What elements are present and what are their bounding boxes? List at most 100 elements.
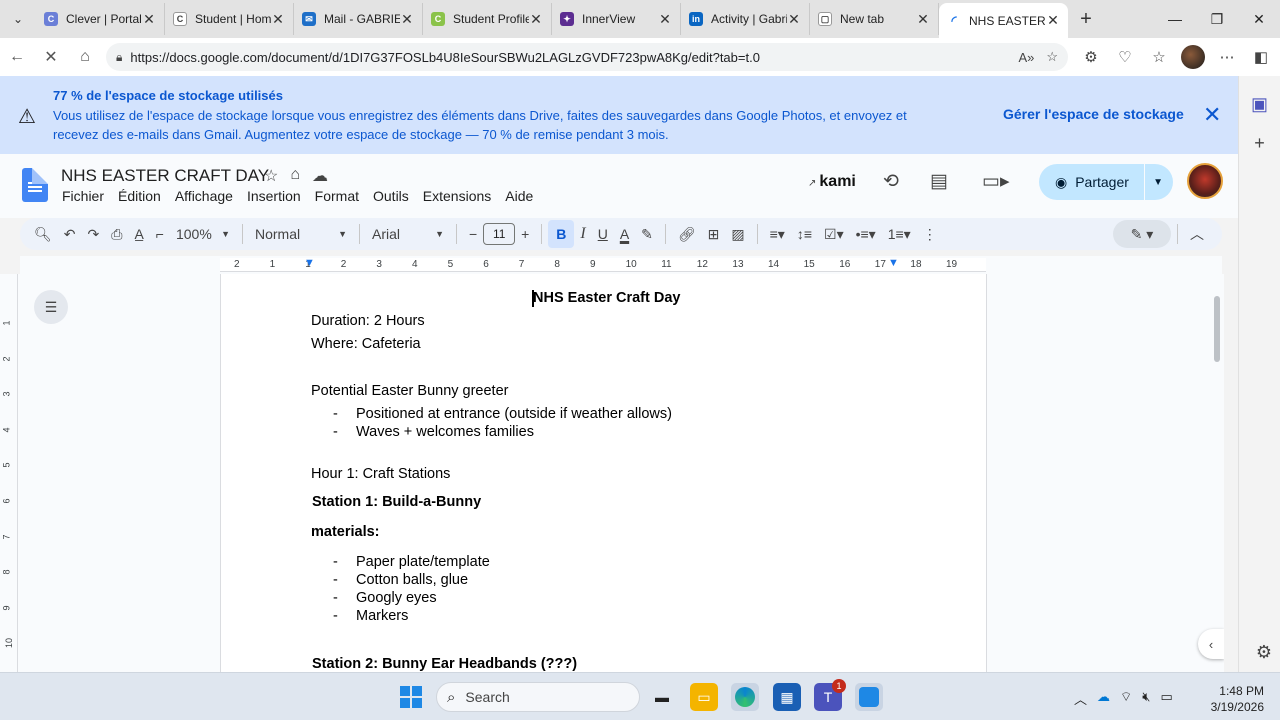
taskbar-search[interactable]: ⌕ Search (436, 682, 640, 712)
add-comment-icon[interactable]: ⊞ (702, 220, 726, 248)
font-select[interactable]: Arial ▼ (366, 220, 450, 248)
undo-icon[interactable]: ↶ (58, 220, 82, 248)
back-icon[interactable]: ← (0, 40, 34, 74)
favorites-icon[interactable]: ☆ (1142, 42, 1176, 72)
onedrive-icon[interactable]: ☁ (1097, 689, 1110, 708)
close-tab-icon[interactable]: ✕ (271, 11, 285, 28)
menu-item[interactable]: Outils (366, 188, 416, 204)
browser-tab[interactable]: ✦ InnerView ✕ (552, 3, 681, 35)
numbered-list-icon[interactable]: 1≡▾ (882, 220, 917, 248)
bold-icon[interactable]: B (548, 220, 575, 248)
close-banner-icon[interactable]: ✕ (1203, 102, 1221, 128)
new-tab-button[interactable]: + (1068, 3, 1104, 35)
side-panel-expand-icon[interactable]: ‹ (1198, 629, 1224, 659)
menu-item[interactable]: Aide (498, 188, 540, 204)
sidebar-toggle-icon[interactable]: ◧ (1244, 42, 1278, 72)
browser-tab[interactable]: in Activity | Gabrie ✕ (681, 3, 810, 35)
redo-icon[interactable]: ↷ (82, 220, 106, 248)
close-tab-icon[interactable]: ✕ (1046, 12, 1060, 29)
text-color-icon[interactable]: A (614, 220, 635, 248)
share-button[interactable]: ◉ Partager ▼ (1039, 164, 1173, 200)
menu-item[interactable]: Format (308, 188, 366, 204)
close-tab-icon[interactable]: ✕ (658, 11, 672, 28)
chevron-down-icon[interactable]: ▼ (1153, 177, 1163, 188)
volume-muted-icon[interactable]: 🔇︎ (1142, 689, 1150, 708)
meet-icon[interactable]: ▭▸ (982, 170, 1010, 193)
show-hidden-icons-icon[interactable]: ︿ (1074, 689, 1087, 708)
browser-tab[interactable]: ✉ Mail - GABRIEL✕ (294, 3, 423, 35)
version-history-icon[interactable]: ⟲ (883, 170, 899, 193)
more-tools-icon[interactable]: ⋮ (917, 220, 943, 248)
task-view-icon[interactable]: ▬ (648, 683, 676, 711)
stop-loading-icon[interactable]: ✕ (34, 40, 68, 74)
document-page[interactable]: NHS Easter Craft Day Duration: 2 Hours W… (220, 274, 987, 672)
line-spacing-icon[interactable]: ↕≡ (791, 220, 818, 248)
url-field[interactable]: 🔒︎ https://docs.google.com/document/d/1D… (106, 43, 1068, 71)
vertical-scrollbar[interactable] (1214, 296, 1220, 362)
favorite-star-icon[interactable]: ☆ (1046, 49, 1058, 65)
checklist-icon[interactable]: ☑▾ (818, 220, 850, 248)
minimize-icon[interactable]: — (1154, 0, 1196, 38)
taskbar-clock[interactable]: 1:48 PM 3/19/2026 (1208, 683, 1264, 715)
teams-icon[interactable]: ▣ (1239, 94, 1280, 115)
bulleted-list-icon[interactable]: •≡▾ (850, 220, 882, 248)
restore-icon[interactable]: ❐ (1196, 0, 1238, 38)
menu-item[interactable]: Édition (111, 188, 168, 204)
comments-icon[interactable]: ▤ (930, 170, 948, 193)
kami-button[interactable]: ↗ kami (808, 173, 856, 191)
manage-storage-button[interactable]: Gérer l'espace de stockage (1003, 106, 1184, 122)
menu-item[interactable]: Affichage (168, 188, 240, 204)
font-size-input[interactable]: 11 (483, 223, 516, 245)
browser-tab[interactable]: C Student Profile ✕ (423, 3, 552, 35)
underline-icon[interactable]: U (592, 220, 614, 248)
search-menus-icon[interactable]: 🔍︎ (28, 220, 58, 248)
highlight-icon[interactable]: ✎ (635, 220, 659, 248)
decrease-font-size-icon[interactable]: − (463, 220, 483, 248)
paint-format-icon[interactable]: ⌐ (150, 220, 170, 248)
wifi-icon[interactable]: ⌔ (1120, 689, 1132, 708)
print-icon[interactable]: ⎙ (105, 220, 128, 248)
docs-logo-icon[interactable] (22, 168, 48, 202)
browser-tab[interactable]: C Clever | Portal ✕ (36, 3, 165, 35)
close-window-icon[interactable]: ✕ (1238, 0, 1280, 38)
menu-item[interactable]: Fichier (55, 188, 111, 204)
spellcheck-icon[interactable]: A̲ (128, 220, 149, 248)
file-explorer-icon[interactable]: ▭ (690, 683, 718, 711)
star-icon[interactable]: ☆ (264, 166, 278, 186)
insert-link-icon[interactable]: 🔗︎ (672, 220, 702, 248)
cloud-saved-icon[interactable]: ☁ (312, 166, 328, 186)
document-outline-icon[interactable]: ☰ (34, 290, 68, 324)
hide-menus-icon[interactable]: ︿ (1184, 220, 1210, 248)
italic-icon[interactable]: I (574, 220, 591, 248)
add-sidebar-app-icon[interactable]: + (1239, 133, 1280, 154)
tab-actions-menu-icon[interactable]: ⌄ (0, 0, 36, 38)
battery-icon[interactable]: ▭ (1160, 689, 1172, 708)
insert-image-icon[interactable]: ▨ (725, 220, 750, 248)
kami-app-icon[interactable] (855, 683, 883, 711)
close-tab-icon[interactable]: ✕ (787, 11, 801, 28)
move-folder-icon[interactable]: ⌂ (290, 166, 300, 186)
browser-tab[interactable]: ◜ NHS EASTER C✕ (939, 3, 1068, 38)
increase-font-size-icon[interactable]: + (515, 220, 535, 248)
close-tab-icon[interactable]: ✕ (142, 11, 156, 28)
zoom-select[interactable]: 100% ▼ (170, 220, 236, 248)
settings-gear-icon[interactable]: ⚙ (1256, 642, 1272, 663)
menu-item[interactable]: Extensions (416, 188, 498, 204)
extensions-icon[interactable]: ⚙ (1074, 42, 1108, 72)
close-tab-icon[interactable]: ✕ (400, 11, 414, 28)
close-tab-icon[interactable]: ✕ (529, 11, 543, 28)
document-title[interactable]: NHS EASTER CRAFT DAY (61, 166, 269, 186)
user-avatar[interactable] (1187, 163, 1223, 199)
store-icon[interactable]: ▦ (773, 683, 801, 711)
edge-browser-icon[interactable] (731, 683, 759, 711)
editing-mode-icon[interactable]: ✎ ▾ (1113, 220, 1171, 248)
browser-essentials-icon[interactable]: ♡ (1108, 42, 1142, 72)
browser-profile-avatar[interactable] (1181, 45, 1205, 69)
style-select[interactable]: Normal ▼ (249, 220, 353, 248)
menu-item[interactable]: Insertion (240, 188, 308, 204)
more-options-icon[interactable]: ⋯ (1210, 42, 1244, 72)
align-icon[interactable]: ≡▾ (764, 220, 791, 248)
teams-taskbar-icon[interactable]: T1 (814, 679, 846, 711)
home-icon[interactable]: ⌂ (68, 40, 102, 74)
close-tab-icon[interactable]: ✕ (916, 11, 930, 28)
